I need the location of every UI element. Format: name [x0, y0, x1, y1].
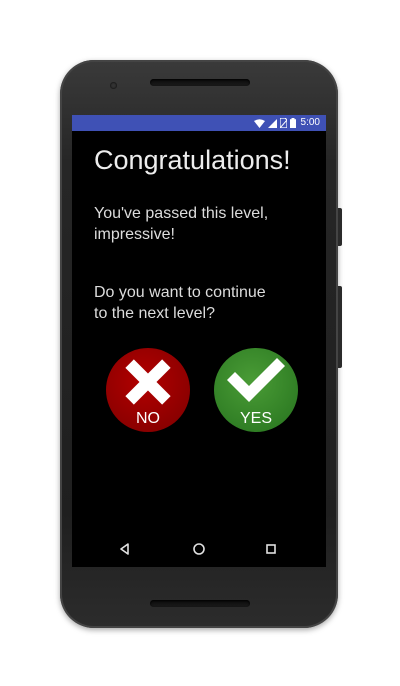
front-camera	[110, 82, 117, 89]
dialog-title: Congratulations!	[94, 145, 291, 175]
no-button-label: NO	[136, 410, 160, 427]
wifi-icon	[253, 118, 265, 128]
phone-screen: 5:00 Congratulations! You've passed this…	[72, 115, 326, 567]
no-button[interactable]: NO	[105, 347, 191, 433]
message-line-1: You've passed this level,	[94, 205, 269, 222]
yes-button-label: YES	[239, 410, 272, 427]
question-line-2: to the next level?	[94, 305, 215, 322]
question-line-1: Do you want to continue	[94, 284, 266, 301]
back-triangle-icon[interactable]	[117, 541, 133, 557]
navigation-bar	[72, 531, 326, 567]
power-button[interactable]	[338, 208, 342, 246]
home-circle-icon[interactable]	[191, 541, 207, 557]
no-sim-icon	[279, 118, 287, 128]
bottom-speaker-grille	[150, 600, 250, 607]
status-icons: 5:00	[253, 117, 320, 129]
status-bar: 5:00	[72, 115, 326, 131]
yes-button[interactable]: YES	[213, 347, 299, 433]
battery-icon	[289, 118, 296, 128]
top-speaker-grille	[150, 79, 250, 86]
message-line-2: impressive!	[94, 226, 175, 243]
recents-square-icon[interactable]	[263, 541, 279, 557]
cell-signal-icon	[267, 118, 277, 128]
volume-rocker[interactable]	[338, 286, 342, 368]
status-clock: 5:00	[300, 117, 320, 128]
